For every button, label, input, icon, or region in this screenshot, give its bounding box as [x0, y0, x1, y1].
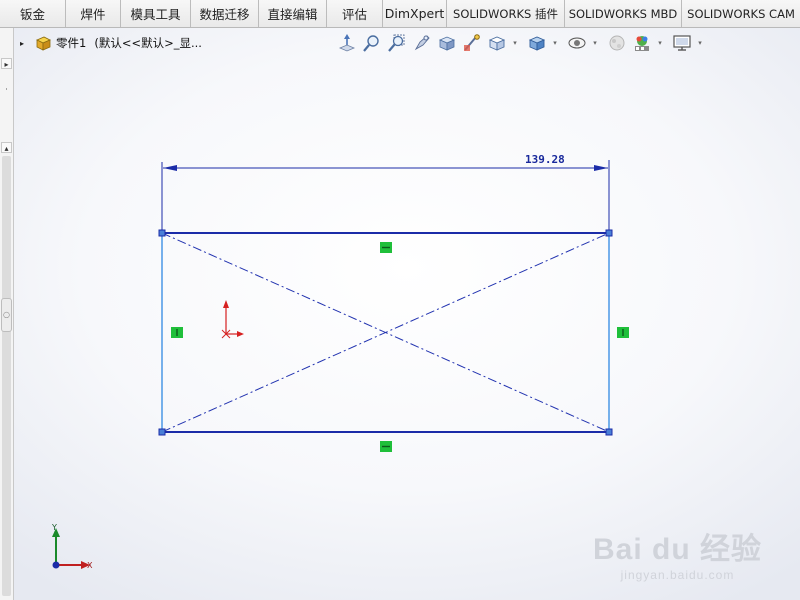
watermark-main-text: Bai du 经验 — [592, 533, 762, 566]
horizontal-relation-icon[interactable] — [380, 242, 392, 253]
baidu-watermark: Bai du 经验 jingyan.baidu.com — [593, 524, 762, 582]
sketch-canvas: 139.28 Y X — [51, 153, 629, 570]
vertical-relation-icon[interactable] — [171, 327, 183, 338]
sketch-point-top-right[interactable] — [605, 229, 613, 237]
sketch-origin-icon — [221, 300, 244, 339]
construction-diagonals[interactable] — [161, 232, 610, 433]
sketch-point-bottom-left[interactable] — [158, 428, 166, 436]
triad-x-label: X — [87, 561, 93, 570]
sketch-point-bottom-right[interactable] — [605, 428, 613, 436]
horizontal-dimension[interactable]: 139.28 — [161, 153, 610, 232]
sketch-point-top-left[interactable] — [158, 229, 166, 237]
vertical-relation-icon[interactable] — [617, 327, 629, 338]
horizontal-relation-icon[interactable] — [380, 441, 392, 452]
triad-y-label: Y — [51, 523, 57, 532]
dimension-value[interactable]: 139.28 — [525, 153, 565, 166]
watermark-sub-text: jingyan.baidu.com — [620, 568, 735, 582]
reference-triad-icon: Y X — [51, 523, 93, 570]
